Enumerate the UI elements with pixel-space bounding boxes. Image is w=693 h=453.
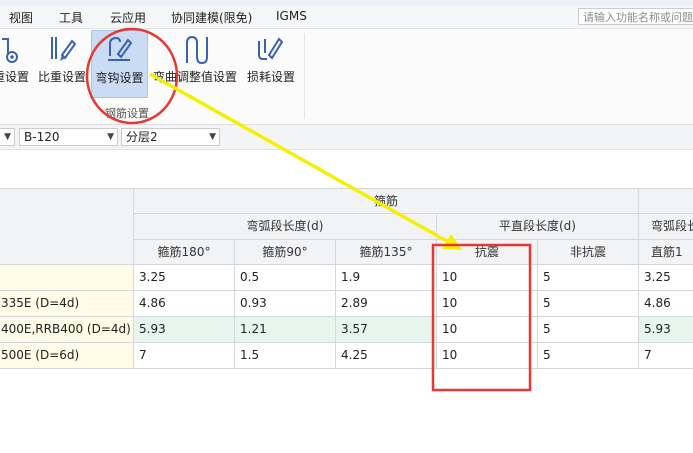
red-box-annotation — [431, 243, 532, 392]
annotation-overlay — [85, 27, 532, 392]
yellow-arrow-annotation — [149, 72, 453, 246]
red-circle-annotation — [85, 27, 179, 125]
